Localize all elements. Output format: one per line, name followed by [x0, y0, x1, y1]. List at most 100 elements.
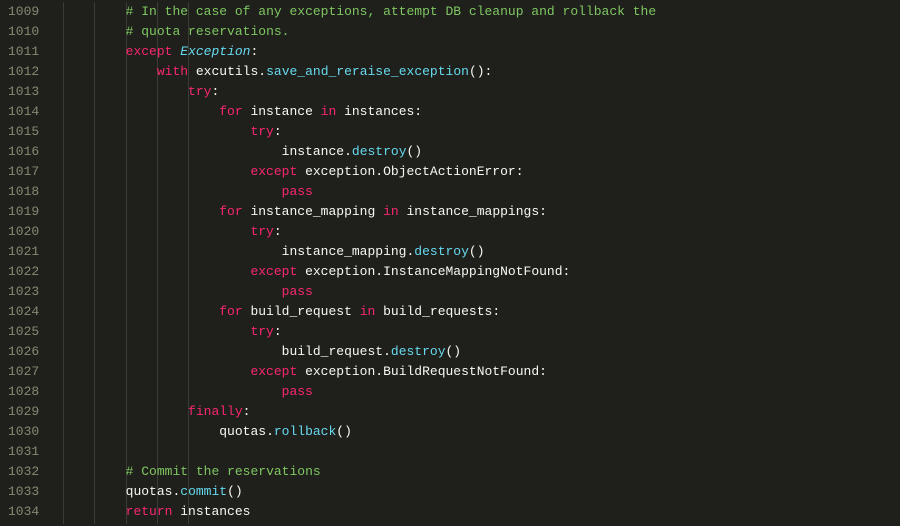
code-line[interactable]: try:: [63, 122, 900, 142]
token-ident: excutils: [188, 64, 258, 79]
code-line[interactable]: except exception.ObjectActionError:: [63, 162, 900, 182]
token-ident: ObjectActionError: [383, 164, 516, 179]
line-number: 1024: [8, 302, 39, 322]
line-number: 1018: [8, 182, 39, 202]
token-func: destroy: [391, 344, 446, 359]
token-ident: exception: [297, 364, 375, 379]
line-number: 1019: [8, 202, 39, 222]
line-number: 1014: [8, 102, 39, 122]
token-ident: BuildRequestNotFound: [383, 364, 539, 379]
token-punct: :: [243, 404, 251, 419]
token-punct: :: [211, 84, 219, 99]
line-number: 1010: [8, 22, 39, 42]
code-editor: 1009101010111012101310141015101610171018…: [0, 0, 900, 526]
token-type: Exception: [180, 44, 250, 59]
code-line[interactable]: [63, 442, 900, 462]
code-line[interactable]: except Exception:: [63, 42, 900, 62]
token-keyword: except: [250, 264, 297, 279]
token-ident: instances: [336, 104, 414, 119]
line-number: 1033: [8, 482, 39, 502]
token-punct: :: [516, 164, 524, 179]
token-keyword: try: [250, 324, 273, 339]
token-ident: instance_mapping: [282, 244, 407, 259]
code-line[interactable]: # quota reservations.: [63, 22, 900, 42]
token-keyword: for: [219, 204, 242, 219]
line-number-gutter: 1009101010111012101310141015101610171018…: [0, 0, 55, 526]
token-keyword: in: [383, 204, 399, 219]
token-func: destroy: [352, 144, 407, 159]
code-line[interactable]: instance.destroy(): [63, 142, 900, 162]
token-keyword: in: [321, 104, 337, 119]
code-line[interactable]: except exception.InstanceMappingNotFound…: [63, 262, 900, 282]
code-line[interactable]: try:: [63, 82, 900, 102]
code-line[interactable]: pass: [63, 382, 900, 402]
line-number: 1026: [8, 342, 39, 362]
code-line[interactable]: try:: [63, 222, 900, 242]
token-punct: :: [492, 304, 500, 319]
token-punct: .: [266, 424, 274, 439]
code-line[interactable]: for build_request in build_requests:: [63, 302, 900, 322]
token-ident: exception: [297, 164, 375, 179]
token-keyword: pass: [282, 184, 313, 199]
token-ident: instance: [282, 144, 344, 159]
token-func: rollback: [274, 424, 336, 439]
token-punct: :: [250, 44, 258, 59]
code-line[interactable]: for instance in instances:: [63, 102, 900, 122]
code-line[interactable]: except exception.BuildRequestNotFound:: [63, 362, 900, 382]
code-line[interactable]: quotas.commit(): [63, 482, 900, 502]
code-line[interactable]: pass: [63, 182, 900, 202]
line-number: 1032: [8, 462, 39, 482]
token-keyword: try: [250, 224, 273, 239]
token-punct: .: [344, 144, 352, 159]
token-punct: :: [539, 364, 547, 379]
token-ident: build_requests: [375, 304, 492, 319]
line-number: 1020: [8, 222, 39, 242]
token-punct: :: [539, 204, 547, 219]
code-line[interactable]: instance_mapping.destroy(): [63, 242, 900, 262]
token-punct: :: [563, 264, 571, 279]
code-line[interactable]: pass: [63, 282, 900, 302]
line-number: 1022: [8, 262, 39, 282]
code-line[interactable]: return instances: [63, 502, 900, 522]
code-line[interactable]: for instance_mapping in instance_mapping…: [63, 202, 900, 222]
token-keyword: for: [219, 304, 242, 319]
line-number: 1030: [8, 422, 39, 442]
token-punct: (): [227, 484, 243, 499]
code-line[interactable]: # In the case of any exceptions, attempt…: [63, 2, 900, 22]
line-number: 1028: [8, 382, 39, 402]
token-keyword: with: [157, 64, 188, 79]
line-number: 1016: [8, 142, 39, 162]
code-area[interactable]: # In the case of any exceptions, attempt…: [55, 0, 900, 526]
line-number: 1025: [8, 322, 39, 342]
line-number: 1009: [8, 2, 39, 22]
token-keyword: in: [360, 304, 376, 319]
line-number: 1029: [8, 402, 39, 422]
token-punct: (): [407, 144, 423, 159]
token-punct: ():: [469, 64, 492, 79]
code-line[interactable]: quotas.rollback(): [63, 422, 900, 442]
token-keyword: pass: [282, 284, 313, 299]
line-number: 1012: [8, 62, 39, 82]
code-line[interactable]: build_request.destroy(): [63, 342, 900, 362]
code-line[interactable]: # Commit the reservations: [63, 462, 900, 482]
line-number: 1013: [8, 82, 39, 102]
token-comment: # quota reservations.: [126, 24, 290, 39]
line-number: 1011: [8, 42, 39, 62]
token-ident: quotas: [219, 424, 266, 439]
token-punct: :: [414, 104, 422, 119]
token-ident: build_request: [243, 304, 360, 319]
token-ident: build_request: [282, 344, 383, 359]
line-number: 1034: [8, 502, 39, 522]
token-punct: (): [446, 344, 462, 359]
token-keyword: except: [250, 164, 297, 179]
code-line[interactable]: try:: [63, 322, 900, 342]
token-ident: instance: [243, 104, 321, 119]
token-punct: :: [274, 124, 282, 139]
token-func: commit: [180, 484, 227, 499]
token-punct: :: [274, 324, 282, 339]
token-ident: InstanceMappingNotFound: [383, 264, 562, 279]
token-keyword: return: [126, 504, 173, 519]
code-line[interactable]: with excutils.save_and_reraise_exception…: [63, 62, 900, 82]
token-func: save_and_reraise_exception: [266, 64, 469, 79]
code-line[interactable]: finally:: [63, 402, 900, 422]
